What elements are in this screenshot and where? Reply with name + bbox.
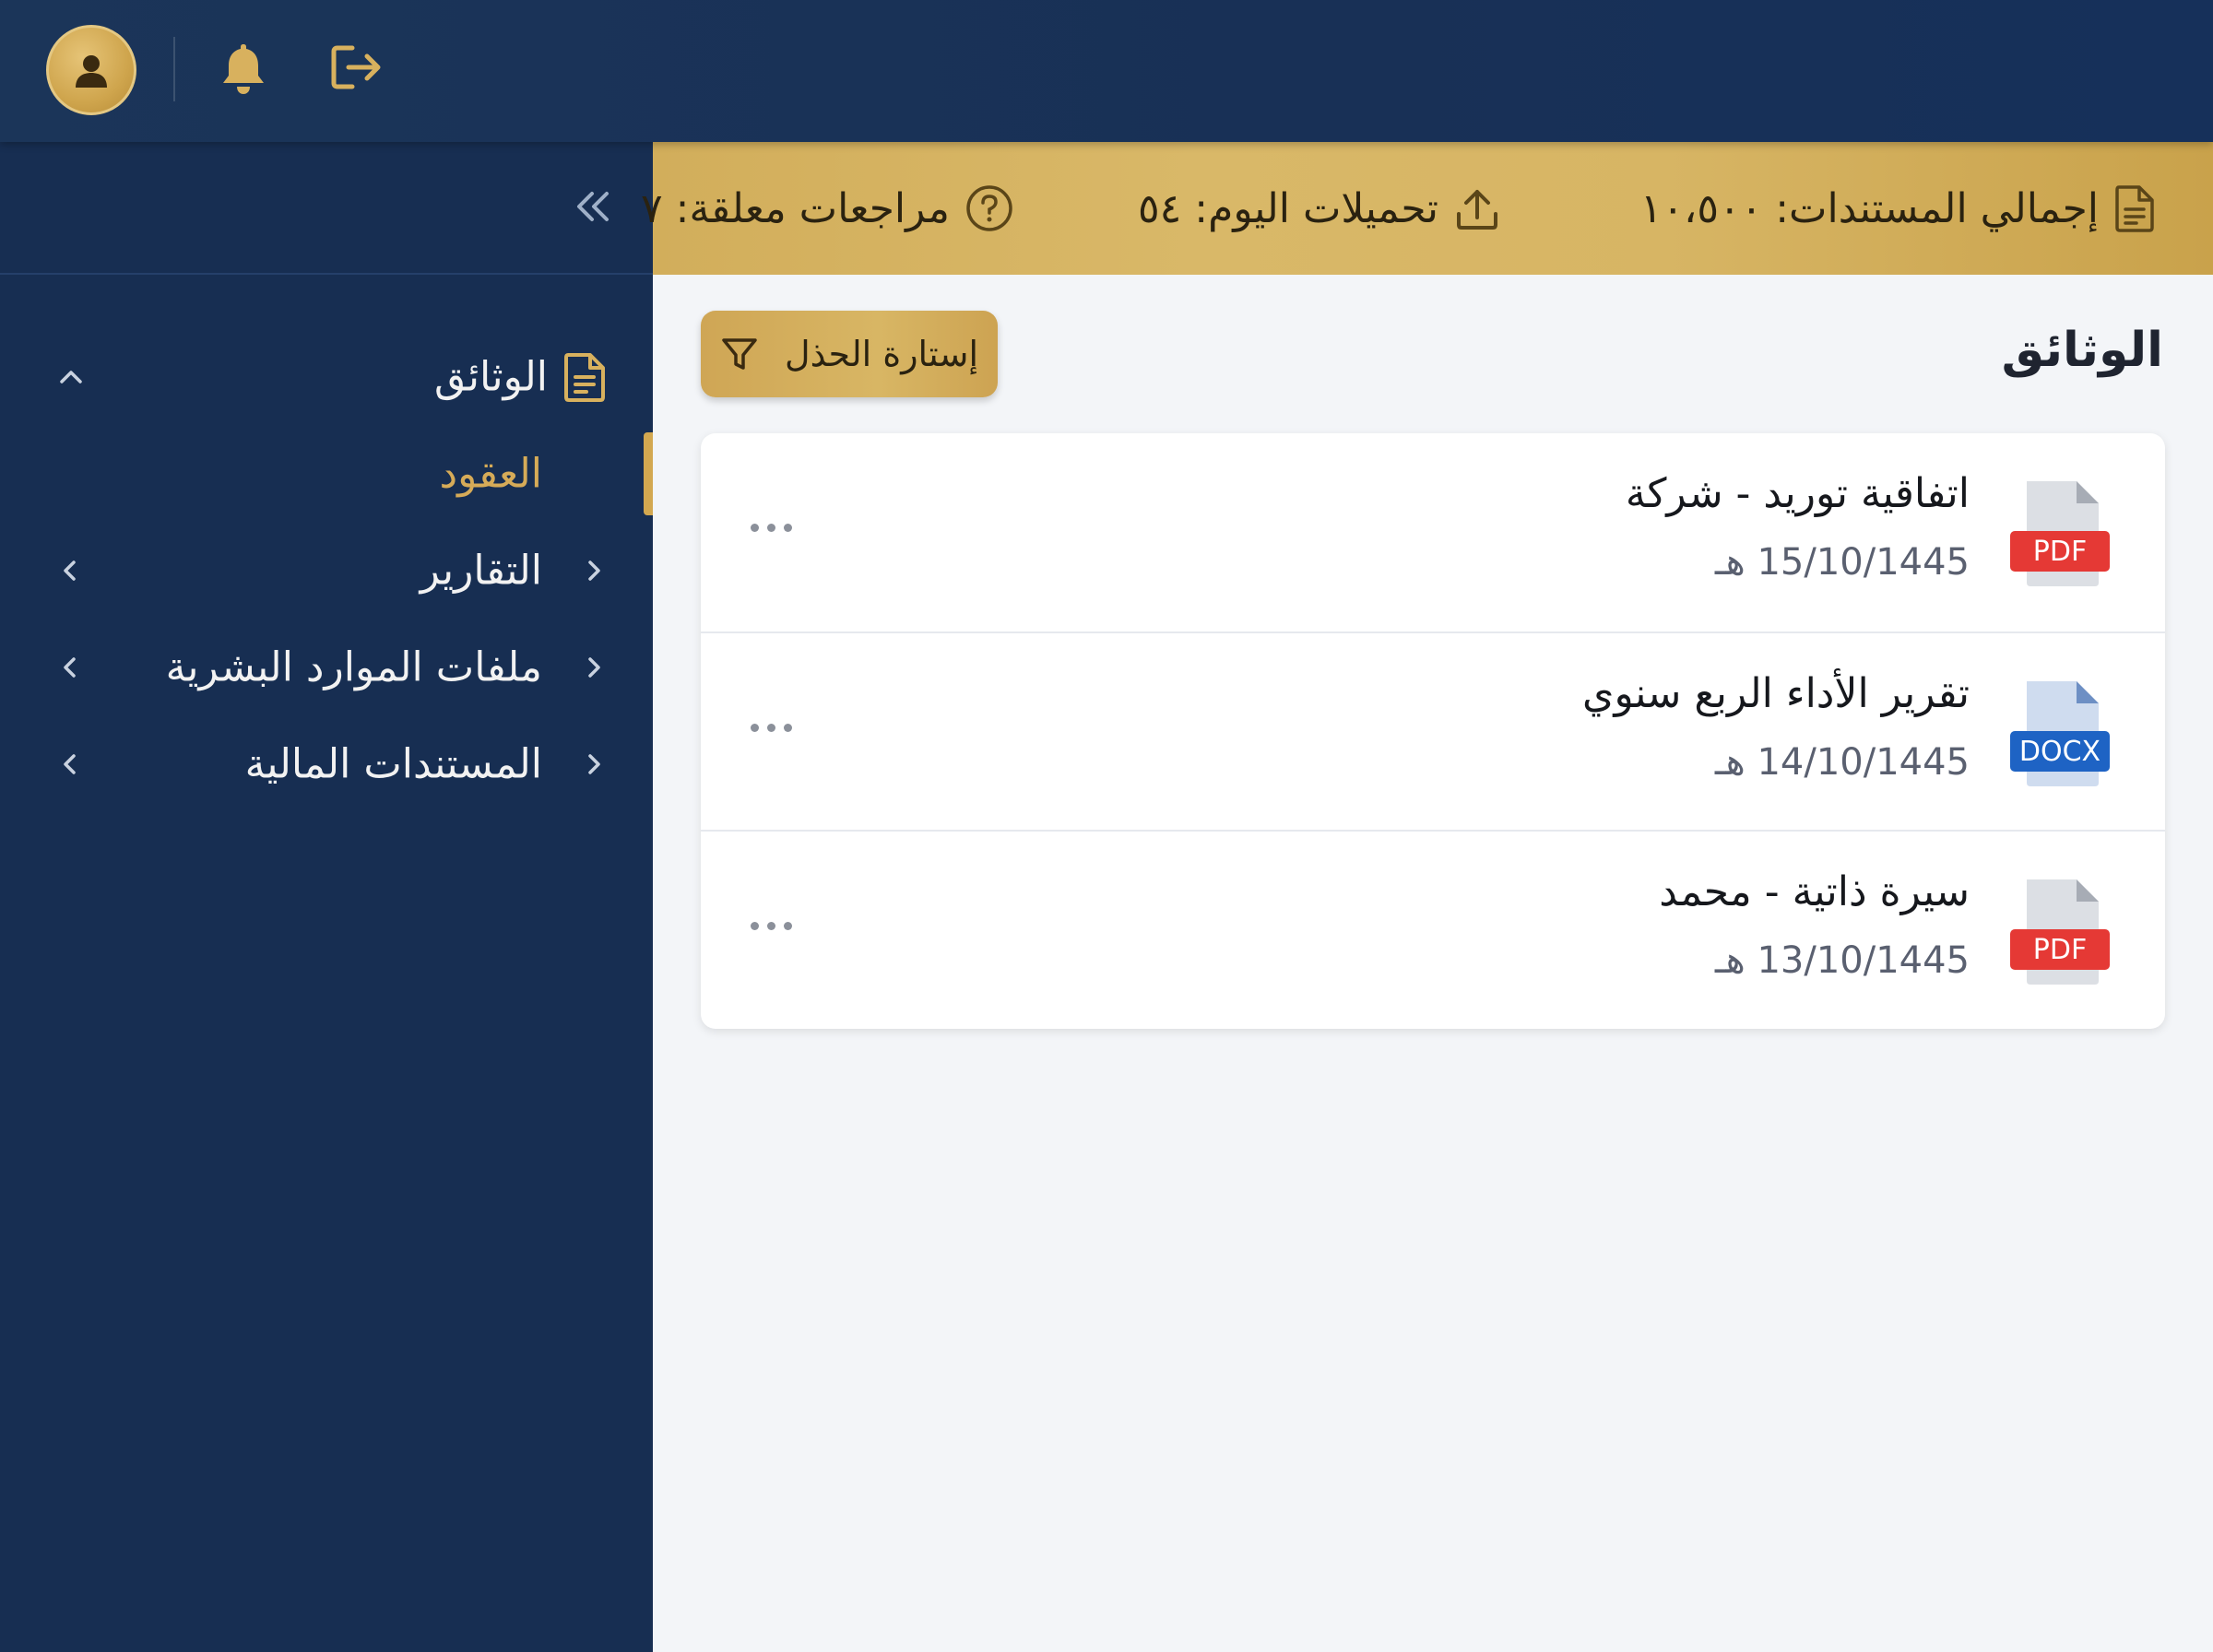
- dot: [784, 922, 792, 930]
- stat-uploads-label: تحميلات اليوم: ٥٤: [1138, 184, 1438, 232]
- dot: [767, 922, 775, 930]
- sidebar-item-label: التقارير: [420, 547, 542, 595]
- logout-button[interactable]: [330, 42, 384, 92]
- stat-pending-reviews: مراجعات معلقة: ٧: [641, 183, 1014, 233]
- top-bar: [0, 0, 2213, 142]
- stat-total-label: إجمالي المستندات: ١٠،٥٠٠: [1639, 184, 2099, 232]
- sidebar-item-label: ملفات الموارد البشرية: [165, 643, 542, 691]
- top-divider: [173, 37, 175, 101]
- document-name: تقرير الأداء الربع سنوي: [1582, 670, 1970, 717]
- stat-pending-label: مراجعات معلقة: ٧: [641, 184, 950, 232]
- dot: [767, 724, 775, 732]
- stat-uploads-today: تحميلات اليوم: ٥٤: [1138, 184, 1501, 232]
- dot: [751, 524, 759, 532]
- document-row[interactable]: DOCX تقرير الأداء الربع سنوي 14/10/1445 …: [701, 631, 2165, 830]
- file-type-label: PDF: [2033, 934, 2087, 966]
- active-indicator: [644, 432, 653, 515]
- bell-icon: [223, 44, 264, 94]
- stats-bar: إجمالي المستندات: ١٠،٥٠٠ تحميلات اليوم: …: [641, 142, 2213, 275]
- sidebar-item-financial-documents[interactable]: المستندات المالية: [0, 723, 653, 806]
- double-chevron-left-icon: [577, 192, 609, 221]
- chevron-right-icon: [581, 751, 607, 777]
- dot: [751, 922, 759, 930]
- more-options-button[interactable]: [751, 524, 792, 532]
- document-icon: [562, 351, 607, 403]
- chevron-left-icon: [57, 751, 83, 777]
- dot: [784, 724, 792, 732]
- pdf-file-icon: PDF: [2008, 479, 2112, 588]
- notifications-button[interactable]: [218, 41, 269, 96]
- sidebar-item-label: الوثائق: [434, 353, 548, 401]
- document-date: 15/10/1445 هـ: [1714, 541, 1970, 584]
- document-name: اتفاقية توريد - شركة: [1625, 470, 1970, 517]
- question-circle-icon: [964, 183, 1014, 233]
- sidebar-header: [0, 142, 653, 275]
- chevron-right-icon: [581, 558, 607, 584]
- logout-icon: [331, 45, 381, 89]
- user-icon: [76, 55, 107, 88]
- upload-icon: [1453, 184, 1501, 232]
- more-options-button[interactable]: [751, 922, 792, 930]
- document-date: 14/10/1445 هـ: [1714, 741, 1970, 784]
- dot: [751, 724, 759, 732]
- document-list: PDF اتفاقية توريد - شركة 15/10/1445 هـ D…: [701, 433, 2165, 1029]
- filter-button[interactable]: إستارة الحذل: [701, 311, 998, 397]
- chevron-right-icon: [581, 655, 607, 680]
- sidebar-item-contracts[interactable]: العقود: [0, 432, 653, 515]
- pdf-file-icon: PDF: [2008, 878, 2112, 986]
- sidebar: الوثائق العقود التقارير ملفات الموارد ال…: [0, 142, 653, 1652]
- document-date: 13/10/1445 هـ: [1714, 939, 1970, 982]
- user-avatar[interactable]: [46, 25, 136, 115]
- sidebar-item-reports[interactable]: التقارير: [0, 529, 653, 612]
- sidebar-item-label: العقود: [439, 450, 542, 498]
- file-type-label: PDF: [2033, 536, 2087, 568]
- chevron-left-icon: [57, 558, 83, 584]
- chevron-up-icon: [57, 363, 85, 391]
- chevron-left-icon: [57, 655, 83, 680]
- page-title: الوثائق: [2001, 323, 2163, 378]
- dot: [784, 524, 792, 532]
- document-icon: [2113, 183, 2156, 233]
- sidebar-collapse-button[interactable]: [572, 186, 612, 227]
- docx-file-icon: DOCX: [2008, 679, 2112, 788]
- filter-icon: [720, 335, 759, 373]
- document-name: سيرة ذاتية - محمد: [1659, 868, 1970, 915]
- filter-button-label: إستارة الحذل: [785, 334, 979, 374]
- sidebar-item-documents[interactable]: الوثائق: [0, 336, 653, 419]
- file-type-label: DOCX: [2019, 736, 2101, 768]
- dot: [767, 524, 775, 532]
- document-row[interactable]: PDF سيرة ذاتية - محمد 13/10/1445 هـ: [701, 830, 2165, 1028]
- sidebar-item-hr-files[interactable]: ملفات الموارد البشرية: [0, 626, 653, 709]
- document-row[interactable]: PDF اتفاقية توريد - شركة 15/10/1445 هـ: [701, 433, 2165, 631]
- more-options-button[interactable]: [751, 724, 792, 732]
- sidebar-item-label: المستندات المالية: [244, 740, 542, 788]
- stat-total-documents: إجمالي المستندات: ١٠،٥٠٠: [1640, 183, 2156, 233]
